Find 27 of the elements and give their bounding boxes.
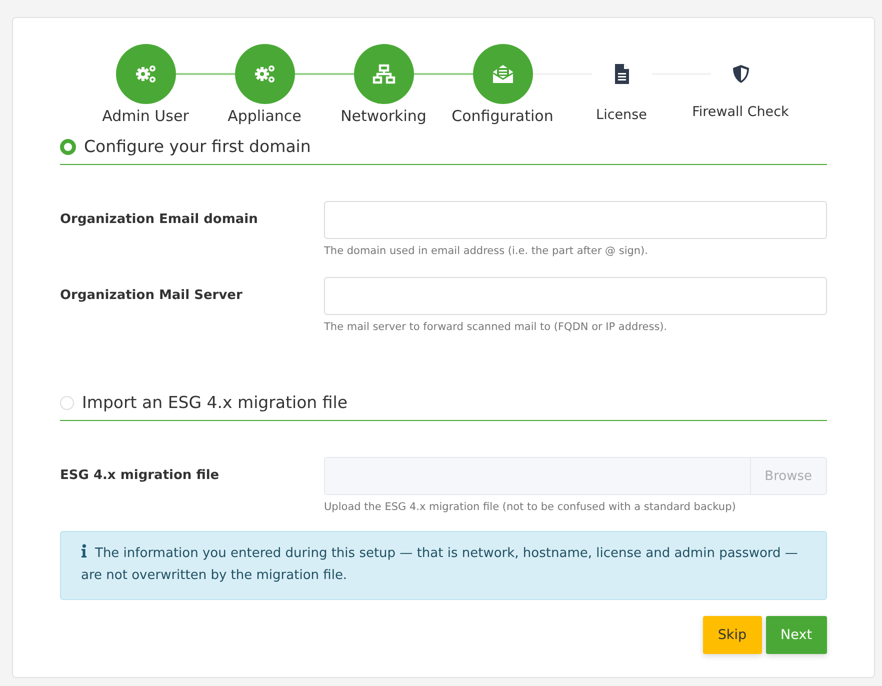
section-title: Import an ESG 4.x migration file xyxy=(82,393,348,412)
field-label: Organization Mail Server xyxy=(60,287,244,303)
next-button[interactable]: Next xyxy=(766,616,827,654)
input-field[interactable] xyxy=(324,201,827,239)
step-label: Admin User xyxy=(102,107,189,125)
network-icon xyxy=(372,64,396,84)
skip-button[interactable]: Skip xyxy=(702,616,762,654)
field-label: Organization Email domain xyxy=(60,211,259,227)
step-label: Networking xyxy=(340,107,426,125)
input-field[interactable] xyxy=(324,277,827,315)
step-label: Configuration xyxy=(452,107,554,125)
field-label: ESG 4.x migration file xyxy=(60,467,220,483)
gears-icon xyxy=(254,64,276,84)
step-label: Firewall Check xyxy=(692,104,789,120)
gears-icon xyxy=(134,64,156,84)
section-title: Configure your first domain xyxy=(84,137,311,156)
info-icon xyxy=(81,544,87,558)
help-text: Upload the ESG 4.x migration file (not to be confused with a standard backup) xyxy=(324,501,737,513)
envelope-icon xyxy=(492,64,514,84)
document-icon xyxy=(614,64,630,84)
radio-button[interactable] xyxy=(60,138,76,154)
shield-icon xyxy=(732,64,750,84)
help-text: The mail server to forward scanned mail to (FQDN or IP address). xyxy=(324,321,668,333)
info-text: The information you entered during this setup — that is network, hostname, license and admin password — are not overwritten by the migration file. xyxy=(81,543,799,585)
step-label: Appliance xyxy=(228,107,302,125)
help-text: The domain used in email address (i.e. the part after @ sign). xyxy=(324,245,649,257)
step-label: License xyxy=(596,107,647,123)
